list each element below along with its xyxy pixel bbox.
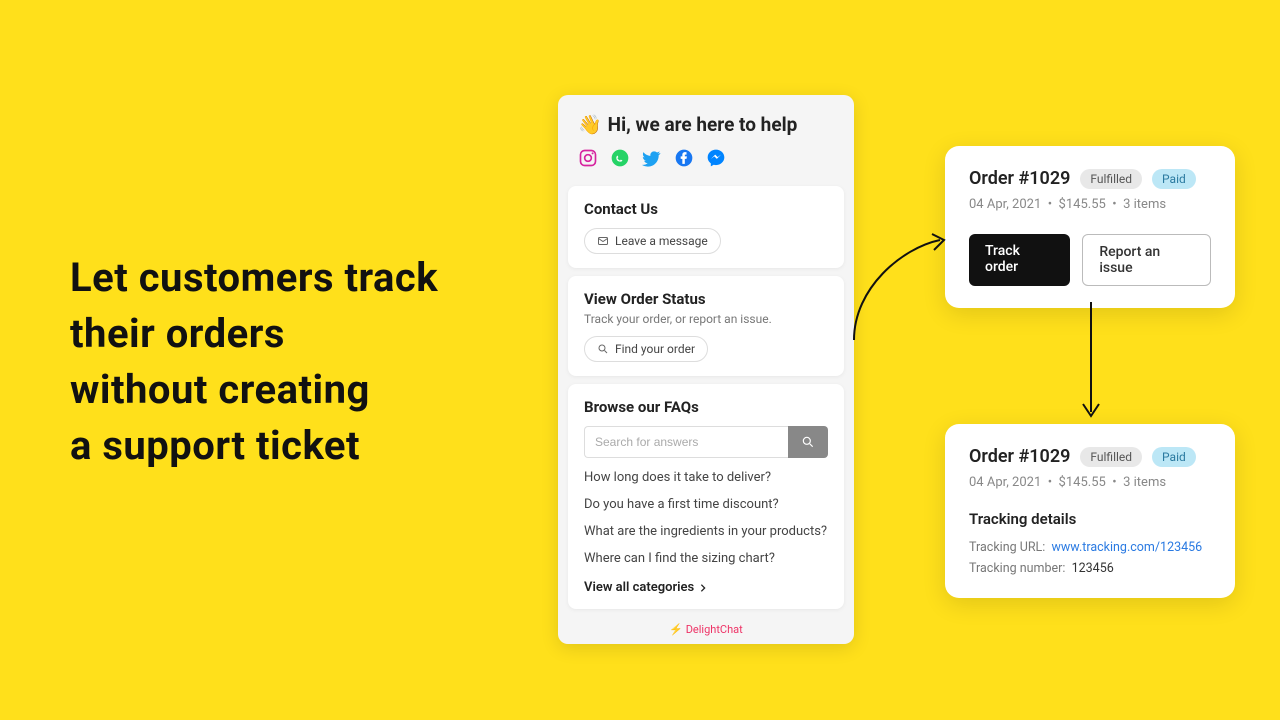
order-card-header: Order #1029 Fulfilled Paid [969,168,1211,189]
widget-header: 👋 Hi, we are here to help [558,95,854,178]
order-actions: Track order Report an issue [969,234,1211,286]
faq-search-row [584,426,828,458]
view-all-label: View all categories [584,580,694,595]
view-all-categories-link[interactable]: View all categories [584,580,708,595]
widget-footer-brand: ⚡ DelightChat [558,617,854,638]
order-status-card: View Order Status Track your order, or r… [568,276,844,376]
tracking-url-label: Tracking URL: [969,540,1045,555]
tracking-heading: Tracking details [969,510,1211,528]
envelope-icon [597,235,609,247]
order-items: 3 items [1123,475,1166,490]
search-icon [801,435,815,449]
contact-card: Contact Us Leave a message [568,186,844,268]
bolt-icon: ⚡ [669,623,683,636]
whatsapp-icon[interactable] [610,148,630,168]
headline-line-4: a support ticket [70,418,438,474]
report-issue-button[interactable]: Report an issue [1082,234,1211,286]
headline-line-3: without creating [70,362,438,418]
order-meta: 04 Apr, 2021 • $145.55 • 3 items [969,197,1211,212]
brand-label: DelightChat [686,623,743,636]
contact-heading: Contact Us [584,200,828,218]
faq-item[interactable]: What are the ingredients in your product… [584,524,828,539]
facebook-icon[interactable] [674,148,694,168]
headline-line-1: Let customers track [70,250,438,306]
order-status-sub: Track your order, or report an issue. [584,312,828,326]
faq-item[interactable]: Do you have a first time discount? [584,497,828,512]
find-order-label: Find your order [615,342,695,356]
search-icon [597,343,609,355]
faqs-card: Browse our FAQs How long does it take to… [568,384,844,609]
leave-message-label: Leave a message [615,234,708,248]
find-order-button[interactable]: Find your order [584,336,708,362]
order-status-heading: View Order Status [584,290,828,308]
tracking-number-label: Tracking number: [969,561,1065,576]
faqs-heading: Browse our FAQs [584,398,828,416]
order-date: 04 Apr, 2021 [969,197,1041,212]
tracking-number-row: Tracking number: 123456 [969,561,1211,576]
faq-search-button[interactable] [788,426,828,458]
tracking-section: Tracking details Tracking URL: www.track… [969,510,1211,576]
track-order-button[interactable]: Track order [969,234,1070,286]
arrow-icon [1076,302,1106,424]
order-card-actions: Order #1029 Fulfilled Paid 04 Apr, 2021 … [945,146,1235,308]
tracking-url-link[interactable]: www.tracking.com/123456 [1052,540,1203,555]
arrow-icon [852,228,952,348]
faq-item[interactable]: Where can I find the sizing chart? [584,551,828,566]
faq-item[interactable]: How long does it take to deliver? [584,470,828,485]
faq-search-input[interactable] [584,426,788,458]
status-badge: Fulfilled [1080,447,1142,467]
chevron-right-icon [698,583,708,593]
order-items: 3 items [1123,197,1166,212]
tracking-url-row: Tracking URL: www.tracking.com/123456 [969,540,1211,555]
order-title: Order #1029 [969,446,1070,467]
instagram-icon[interactable] [578,148,598,168]
widget-title-text: Hi, we are here to help [608,113,798,136]
messenger-icon[interactable] [706,148,726,168]
leave-message-button[interactable]: Leave a message [584,228,721,254]
order-meta: 04 Apr, 2021 • $145.55 • 3 items [969,475,1211,490]
order-card-tracking: Order #1029 Fulfilled Paid 04 Apr, 2021 … [945,424,1235,598]
social-row [578,148,834,168]
tracking-number-value: 123456 [1072,561,1114,576]
payment-badge: Paid [1152,447,1196,467]
helpdesk-widget: 👋 Hi, we are here to help Contact Us [558,95,854,644]
order-title: Order #1029 [969,168,1070,189]
order-amount: $145.55 [1059,197,1106,212]
payment-badge: Paid [1152,169,1196,189]
headline: Let customers track their orders without… [70,250,438,474]
order-date: 04 Apr, 2021 [969,475,1041,490]
widget-title: 👋 Hi, we are here to help [578,113,834,136]
headline-line-2: their orders [70,306,438,362]
wave-icon: 👋 [578,113,602,136]
twitter-icon[interactable] [642,148,662,168]
order-card-header: Order #1029 Fulfilled Paid [969,446,1211,467]
status-badge: Fulfilled [1080,169,1142,189]
order-amount: $145.55 [1059,475,1106,490]
